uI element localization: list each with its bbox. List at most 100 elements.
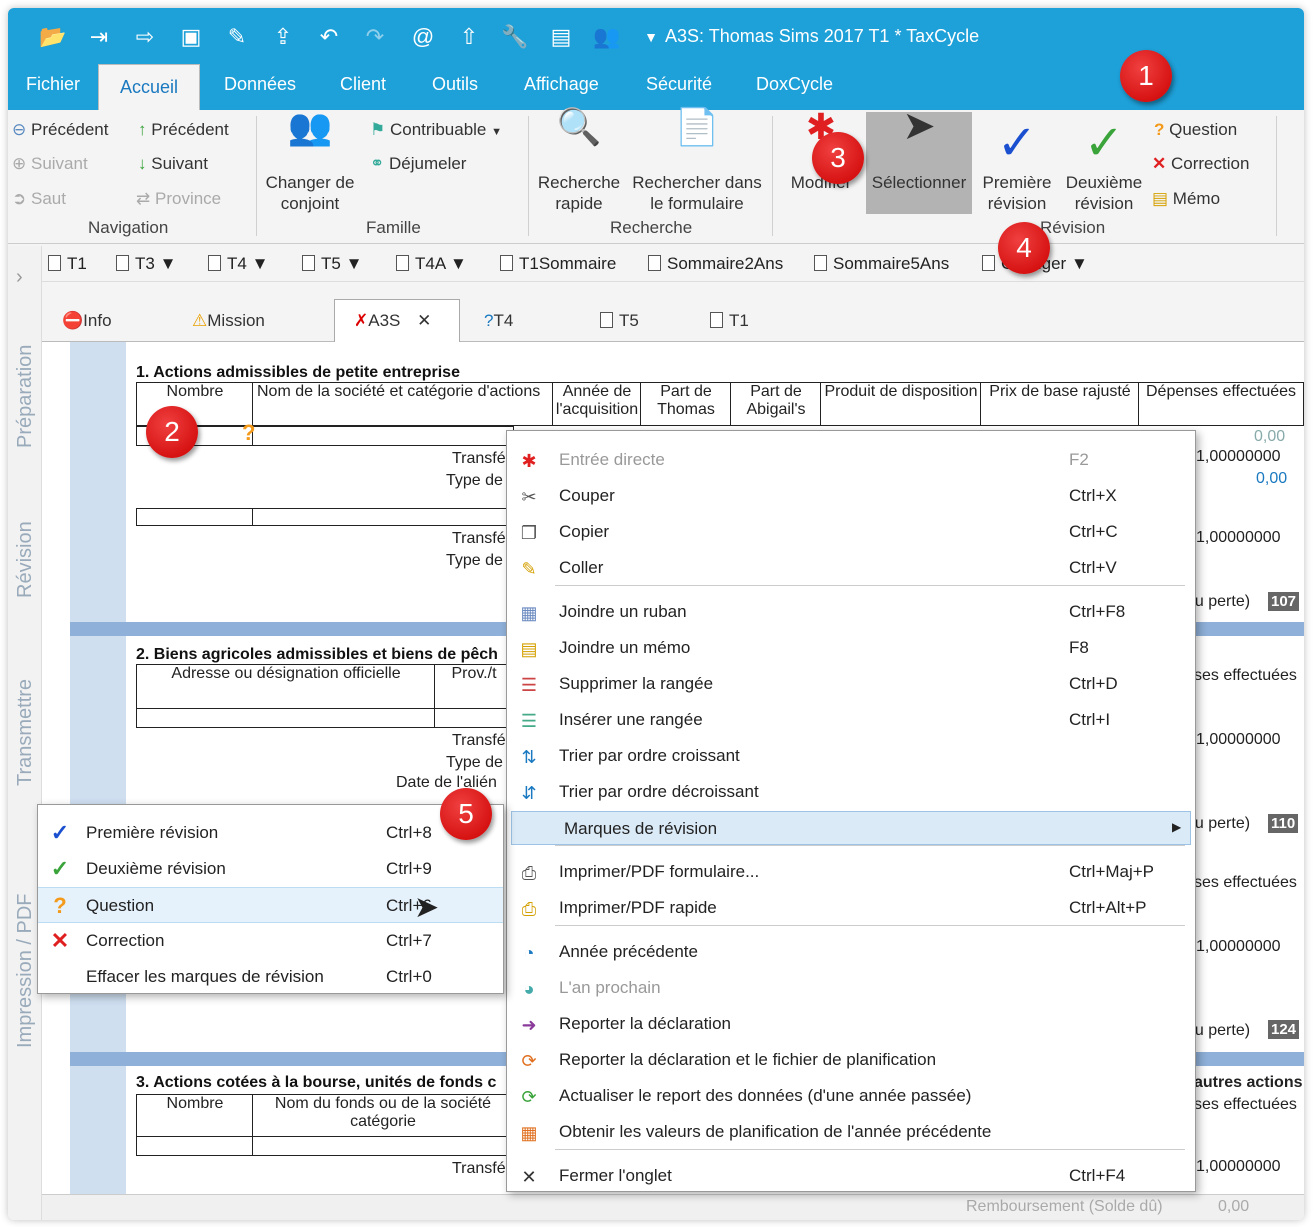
tab-securite[interactable]: Sécurité [646,74,712,95]
changer-conjoint-button[interactable]: 👥 Changer de conjoint [258,109,362,214]
form-t1[interactable]: T1 [48,254,87,274]
import-icon[interactable]: ⇥ [84,22,114,52]
form-t3[interactable]: T3 ▼ [116,254,176,274]
value-ratio-5[interactable]: 1,00000000 [1196,1158,1281,1176]
tab-t5[interactable]: T5 [600,311,639,331]
context-item-11[interactable]: ⎙ Imprimer/PDF formulaire... Ctrl+Maj+P [507,855,1195,889]
form-next-button[interactable]: ↓ Suivant [138,154,208,174]
tab-t1[interactable]: T1 [710,311,749,331]
input-nombre-3[interactable] [136,1136,254,1156]
value-ratio-3[interactable]: 1,00000000 [1196,731,1281,749]
context-item-3[interactable]: ✎ Coller Ctrl+V [507,551,1195,585]
edit-icon[interactable]: ✎ [222,22,252,52]
expand-chevron-icon[interactable]: › [16,266,23,289]
export-icon[interactable]: ⇪ [268,22,298,52]
form-t4a[interactable]: T4A ▼ [396,254,467,274]
context-item-4[interactable]: ▦ Joindre un ruban Ctrl+F8 [507,595,1195,629]
form-t1sommaire[interactable]: T1Sommaire [500,254,616,274]
tab-doxcycle[interactable]: DoxCycle [756,74,833,95]
input-prov[interactable] [434,708,514,728]
users-icon[interactable]: 👥 [592,22,622,52]
question-button[interactable]: ? Question [1154,120,1237,140]
selectionner-button[interactable]: ➤ Sélectionner [866,106,972,193]
context-item-18[interactable]: ▦ Obtenir les valeurs de planification de… [507,1115,1195,1149]
panel-revision[interactable]: Révision [14,521,37,598]
tab-donnees[interactable]: Données [224,74,296,95]
context-item-10[interactable]: Marques de révision ▶ [511,811,1191,845]
panel-preparation[interactable]: Préparation [14,345,37,448]
save-icon[interactable]: ▣ [176,22,206,52]
redo-icon[interactable]: ↷ [360,22,390,52]
memo-button[interactable]: ▤ Mémo [1152,189,1220,209]
login-icon[interactable]: ⇨ [130,22,160,52]
value-ratio-4[interactable]: 1,00000000 [1196,938,1281,956]
context-item-15[interactable]: ➜ Reporter la déclaration [507,1007,1195,1041]
recherche-rapide-button[interactable]: 🔍 Recherche rapide [534,109,624,214]
input-adresse[interactable] [136,708,436,728]
tab-fichier[interactable]: Fichier [26,74,80,95]
form-t5[interactable]: T5 ▼ [302,254,362,274]
context-item-12[interactable]: ⎙ Imprimer/PDF rapide Ctrl+Alt+P [507,891,1195,925]
form-t4[interactable]: T4 ▼ [208,254,268,274]
input-nom[interactable] [252,426,514,446]
submenu-item-4[interactable]: Effacer les marques de révision Ctrl+0 [38,959,503,995]
context-item-7[interactable]: ☰ Insérer une rangée Ctrl+I [507,703,1195,737]
nav-jump-button[interactable]: ➲ Saut [12,189,66,209]
value-zero[interactable]: 0,00 [1254,428,1285,446]
correction-button[interactable]: ✕ Correction [1152,154,1249,174]
context-item-8[interactable]: ⇅ Trier par ordre croissant [507,739,1195,773]
deuxieme-revision-button[interactable]: ✓ Deuxième révision [1060,116,1148,214]
submenu-item-1[interactable]: ✓ Deuxième révision Ctrl+9 [38,851,503,887]
tab-t4[interactable]: ?T4 [484,311,513,331]
input-nom-2[interactable] [252,508,514,526]
tab-accueil[interactable]: Accueil [98,64,200,110]
form-sommaire2ans[interactable]: Sommaire2Ans [648,254,783,274]
form-sommaire5ans[interactable]: Sommaire5Ans [814,254,949,274]
section-1-title: 1. Actions admissibles de petite entrepr… [136,364,460,381]
rechercher-formulaire-button[interactable]: 📄 Rechercher dans le formulaire [628,109,766,214]
panel-impression-pdf[interactable]: Impression / PDF [14,894,37,1048]
nav-next-button[interactable]: ⊕ Suivant [12,154,88,174]
submenu-item-0[interactable]: ✓ Première révision Ctrl+8 [38,815,503,851]
context-item-6[interactable]: ☰ Supprimer la rangée Ctrl+D [507,667,1195,701]
close-tab-icon[interactable]: ✕ [417,311,431,330]
question-mark-icon[interactable]: ? [242,420,255,446]
value-ratio[interactable]: 1,00000000 [1196,448,1281,466]
context-item-2[interactable]: ❐ Copier Ctrl+C [507,515,1195,549]
tab-mission[interactable]: ⚠Mission [192,311,265,331]
nav-previous-button[interactable]: ⊖ Précédent [12,120,108,140]
open-icon[interactable]: 📂 [38,22,68,52]
input-nombre-2[interactable] [136,508,254,526]
value-ratio-2[interactable]: 1,00000000 [1196,529,1281,547]
tab-affichage[interactable]: Affichage [524,74,599,95]
context-item-0[interactable]: ✱ Entrée directe F2 [507,443,1195,477]
panel-transmettre[interactable]: Transmettre [14,679,37,786]
context-item-5[interactable]: ▤ Joindre un mémo F8 [507,631,1195,665]
context-item-16[interactable]: ⟳ Reporter la déclaration et le fichier d… [507,1043,1195,1077]
tab-info[interactable]: ⛔Info [62,311,112,331]
undo-icon[interactable]: ↶ [314,22,344,52]
tab-a3s[interactable]: ✗A3S ✕ [354,311,431,331]
context-item-19[interactable]: ✕ Fermer l'onglet Ctrl+F4 [507,1159,1195,1193]
input-nom-3[interactable] [252,1136,514,1156]
tab-outils[interactable]: Outils [432,74,478,95]
wrench-icon[interactable]: 🔧 [500,22,530,52]
form-icon[interactable]: ▤ [546,22,576,52]
form-previous-button[interactable]: ↑ Précédent [138,120,229,140]
submenu-item-3[interactable]: ✕ Correction Ctrl+7 [38,923,503,959]
value-zero-2[interactable]: 0,00 [1256,470,1287,488]
province-button[interactable]: ⇄ Province [136,189,221,209]
context-item-17[interactable]: ⟳ Actualiser le report des données (d'une… [507,1079,1195,1113]
context-item-1[interactable]: ✂ Couper Ctrl+X [507,479,1195,513]
tab-client[interactable]: Client [340,74,386,95]
context-item-9[interactable]: ⇵ Trier par ordre décroissant [507,775,1195,809]
col-part-thomas: Part de Thomas [640,382,732,426]
context-item-13[interactable]: ◔ Année précédente [507,935,1195,969]
contribuable-button[interactable]: ⚑ Contribuable ▼ [370,120,502,140]
context-item-14[interactable]: ◕ L'an prochain [507,971,1195,1005]
dejumeler-button[interactable]: ⚭ Déjumeler [370,154,466,174]
dropdown-icon[interactable]: ▼ [636,22,666,52]
premiere-revision-button[interactable]: ✓ Première révision [974,116,1060,214]
email-icon[interactable]: @ [408,22,438,52]
upload-icon[interactable]: ⇧ [454,22,484,52]
